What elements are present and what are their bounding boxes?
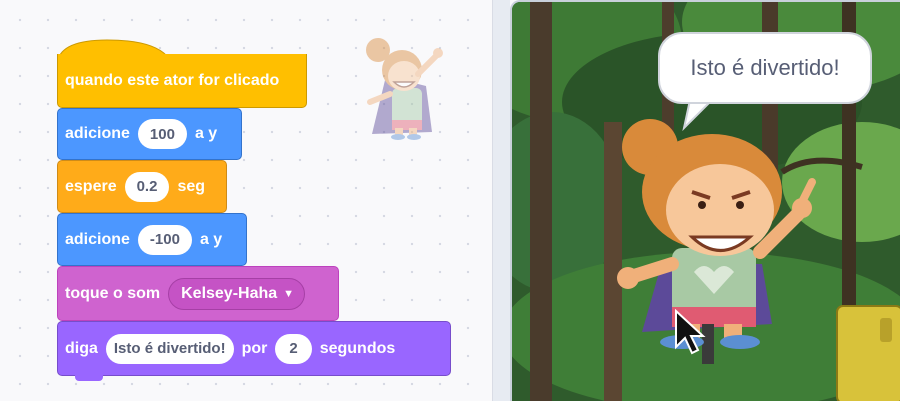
- play-sound-block[interactable]: toque o som Kelsey-Haha ▼: [57, 266, 339, 321]
- change-y-suffix: a y: [199, 230, 223, 248]
- change-y-value-input[interactable]: -100: [137, 224, 192, 255]
- say-for-secs-block[interactable]: diga Isto é divertido! por 2 segundos: [57, 321, 451, 376]
- change-y-block[interactable]: adicione 100 a y: [57, 108, 242, 160]
- change-y-label: adicione: [65, 230, 130, 248]
- code-area[interactable]: quando este ator for clicado adicione 10…: [0, 0, 493, 401]
- stage[interactable]: Isto é divertido!: [510, 0, 900, 401]
- say-mid-label: por: [241, 339, 268, 357]
- say-label: diga: [65, 339, 98, 357]
- wait-seconds-input[interactable]: 0.2: [124, 171, 170, 202]
- block-stack-bottom-tab: [75, 375, 103, 381]
- speech-bubble: Isto é divertido!: [658, 32, 872, 104]
- sound-dropdown[interactable]: Kelsey-Haha ▼: [168, 277, 306, 310]
- change-y-suffix: a y: [194, 125, 218, 142]
- wait-block[interactable]: espere 0.2 seg: [57, 160, 227, 213]
- dropdown-arrow-icon: ▼: [283, 287, 295, 300]
- change-y-label: adicione: [65, 125, 130, 142]
- wait-suffix: seg: [177, 177, 206, 195]
- panel-divider: [493, 0, 510, 401]
- say-seconds-input[interactable]: 2: [275, 333, 312, 364]
- when-sprite-clicked-block[interactable]: quando este ator for clicado: [57, 54, 307, 108]
- say-message-input[interactable]: Isto é divertido!: [105, 333, 234, 364]
- change-y-value-input[interactable]: 100: [137, 119, 187, 149]
- play-sound-label: toque o som: [65, 284, 161, 302]
- sound-dropdown-value: Kelsey-Haha: [181, 284, 278, 302]
- say-suffix: segundos: [319, 339, 396, 357]
- hat-block-label: quando este ator for clicado: [65, 71, 280, 89]
- wait-label: espere: [65, 177, 117, 195]
- sprite-thumbnail-icon: [366, 38, 443, 140]
- mouse-cursor-icon: [675, 309, 706, 355]
- change-y-block[interactable]: adicione -100 a y: [57, 213, 247, 266]
